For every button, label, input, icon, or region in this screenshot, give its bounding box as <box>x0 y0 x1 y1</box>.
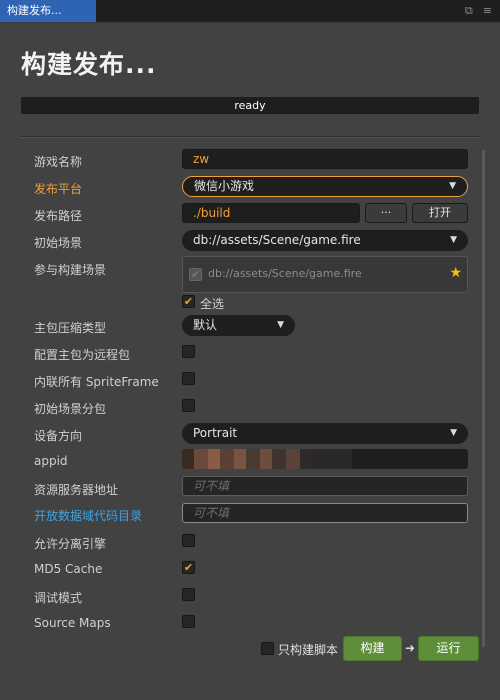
start-scene-label: 初始场景 <box>34 236 83 250</box>
inline-sprite-checkbox[interactable] <box>182 372 195 385</box>
compression-value: 默认 <box>193 318 218 332</box>
appid-label: appid <box>34 454 68 468</box>
arrow-right-icon: ➜ <box>405 641 416 655</box>
run-button[interactable]: 运行 <box>418 636 479 661</box>
start-scene-subpack-label: 初始场景分包 <box>34 402 107 416</box>
status-bar: ready <box>21 97 479 114</box>
start-scene-subpack-checkbox[interactable] <box>182 399 195 412</box>
open-data-input[interactable]: 可不填 <box>182 503 468 523</box>
platform-label: 发布平台 <box>34 182 83 196</box>
game-name-input[interactable]: zw <box>182 149 468 169</box>
debug-checkbox[interactable] <box>182 588 195 601</box>
server-input[interactable]: 可不填 <box>182 476 468 496</box>
tab-bar: 构建发布... ⧉ ≡ <box>0 0 500 23</box>
menu-icon[interactable]: ≡ <box>483 4 492 18</box>
maximize-icon[interactable]: ⧉ <box>465 4 473 18</box>
browse-button[interactable]: ··· <box>365 203 407 223</box>
select-all-checkbox[interactable]: ✔ <box>182 295 195 308</box>
separate-engine-checkbox[interactable] <box>182 534 195 547</box>
chevron-down-icon: ▼ <box>450 428 457 438</box>
scrollbar-thumb[interactable] <box>482 150 485 647</box>
build-path-label: 发布路径 <box>34 209 83 223</box>
build-path-input[interactable]: ./build <box>182 203 360 223</box>
platform-select[interactable]: 微信小游戏 ▼ <box>182 176 468 197</box>
orientation-label: 设备方向 <box>34 429 83 443</box>
compression-label: 主包压缩类型 <box>34 321 107 335</box>
scene-checkbox: ✔ <box>189 268 202 281</box>
open-data-label: 开放数据域代码目录 <box>34 509 143 523</box>
source-maps-label: Source Maps <box>34 616 111 630</box>
orientation-select[interactable]: Portrait ▼ <box>182 423 468 444</box>
build-button[interactable]: 构建 <box>343 636 402 661</box>
start-scene-select[interactable]: db://assets/Scene/game.fire ▼ <box>182 230 468 251</box>
debug-label: 调试模式 <box>34 591 83 605</box>
game-name-label: 游戏名称 <box>34 155 83 169</box>
md5-checkbox[interactable]: ✔ <box>182 561 195 574</box>
inline-sprite-label: 内联所有 SpriteFrame <box>34 375 159 389</box>
build-panel: 构建发布... ready 游戏名称 zw 发布平台 微信小游戏 ▼ 发布路径 … <box>0 23 500 700</box>
server-label: 资源服务器地址 <box>34 483 119 497</box>
scenes-label: 参与构建场景 <box>34 263 107 277</box>
select-all-label: 全选 <box>200 297 225 311</box>
source-maps-checkbox[interactable] <box>182 615 195 628</box>
tab-icons: ⧉ ≡ <box>465 4 492 18</box>
tab-build-publish[interactable]: 构建发布... <box>0 0 96 22</box>
build-script-only-checkbox[interactable] <box>261 642 274 655</box>
scene-list: ✔ db://assets/Scene/game.fire ★ <box>182 256 468 293</box>
build-script-only-label: 只构建脚本 <box>278 643 339 657</box>
separate-engine-label: 允许分离引擎 <box>34 537 107 551</box>
scene-item: db://assets/Scene/game.fire <box>208 267 362 280</box>
divider <box>21 136 479 138</box>
remote-main-label: 配置主包为远程包 <box>34 348 131 362</box>
remote-main-checkbox[interactable] <box>182 345 195 358</box>
orientation-value: Portrait <box>193 426 238 440</box>
page-title: 构建发布... <box>21 50 157 79</box>
chevron-down-icon: ▼ <box>450 235 457 245</box>
platform-value: 微信小游戏 <box>194 179 255 193</box>
open-button[interactable]: 打开 <box>412 203 468 223</box>
star-icon: ★ <box>449 265 462 281</box>
md5-label: MD5 Cache <box>34 562 103 576</box>
start-scene-value: db://assets/Scene/game.fire <box>193 233 361 247</box>
chevron-down-icon: ▼ <box>277 320 284 330</box>
appid-input[interactable] <box>182 449 468 469</box>
compression-select[interactable]: 默认 ▼ <box>182 315 295 336</box>
chevron-down-icon: ▼ <box>449 181 456 191</box>
